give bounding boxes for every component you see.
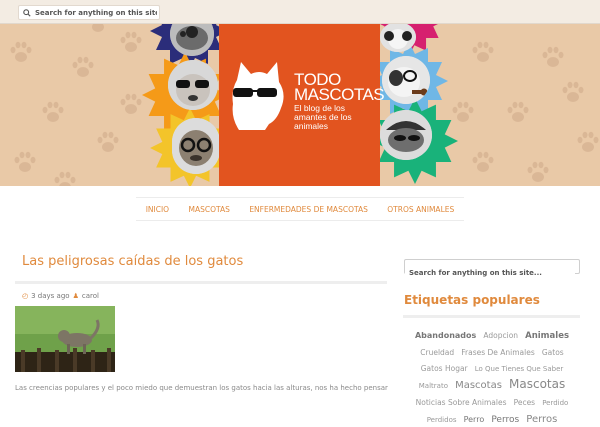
- paw-print-icon: [54, 171, 76, 186]
- title-divider: [15, 281, 387, 284]
- paw-print-icon: [97, 131, 119, 152]
- tag-cloud: Abandonados Adopcion Animales Crueldad F…: [403, 326, 583, 427]
- tag-link[interactable]: Adopcion: [483, 331, 518, 340]
- nav-item-enfermedades[interactable]: ENFERMEDADES DE MASCOTAS: [249, 205, 368, 214]
- header-banner: TODO MASCOTAS El blog de los amantes de …: [0, 0, 600, 186]
- post-thumbnail[interactable]: [15, 306, 115, 372]
- tag-link[interactable]: Maltrato: [419, 382, 448, 390]
- pet-photo-dog-sunglasses: [168, 60, 218, 110]
- logo-title-line2: MASCOTAS: [294, 85, 385, 104]
- tag-link[interactable]: Mascotas: [455, 380, 502, 391]
- tag-link[interactable]: Frases De Animales: [461, 348, 535, 357]
- logo-title: TODO MASCOTAS: [294, 71, 385, 104]
- top-search-box: [18, 5, 160, 20]
- tag-link[interactable]: Noticias Sobre Animales: [416, 398, 507, 407]
- paw-print-icon: [120, 93, 142, 114]
- tag-link[interactable]: Gatos: [542, 348, 564, 357]
- tag-link[interactable]: Perdidos: [427, 416, 457, 424]
- tag-link[interactable]: Mascotas: [509, 377, 565, 391]
- pet-photo-cat-glasses: [172, 118, 220, 174]
- tag-link[interactable]: Peces: [514, 398, 536, 407]
- paw-print-icon: [10, 41, 32, 62]
- post-date: 3 days ago: [31, 292, 70, 300]
- post-author[interactable]: carol: [82, 292, 99, 300]
- sidebar-search-box: [404, 259, 580, 280]
- paw-print-icon: [577, 131, 599, 152]
- top-search-input[interactable]: [31, 6, 157, 19]
- cat-logo-icon: [232, 62, 284, 130]
- post-excerpt: Las creencias populares y el poco miedo …: [15, 384, 388, 392]
- tags-divider: [403, 315, 580, 318]
- paw-print-icon: [72, 56, 94, 77]
- tag-link[interactable]: Gatos Hogar: [421, 364, 468, 373]
- pet-photo-dog-pipe: [382, 56, 430, 104]
- tag-link[interactable]: Crueldad: [420, 348, 454, 357]
- paw-print-icon: [120, 31, 142, 52]
- nav-item-otros-animales[interactable]: OTROS ANIMALES: [387, 205, 454, 214]
- top-search-bar: [0, 0, 600, 24]
- tag-link[interactable]: Perdido: [542, 399, 568, 407]
- post-meta: ◴ 3 days ago ♟ carol: [22, 292, 99, 300]
- sidebar-search-input[interactable]: [405, 266, 575, 280]
- clock-icon: ◴: [22, 292, 29, 300]
- tags-widget-title: Etiquetas populares: [404, 293, 540, 307]
- search-icon[interactable]: [23, 8, 31, 17]
- site-logo[interactable]: TODO MASCOTAS El blog de los amantes de …: [219, 0, 385, 186]
- nav-item-inicio[interactable]: INICIO: [146, 205, 169, 214]
- paw-print-icon: [542, 46, 564, 67]
- tag-link[interactable]: Abandonados: [415, 331, 476, 340]
- paw-print-icon: [562, 81, 584, 102]
- tag-link[interactable]: Perros: [526, 414, 557, 425]
- pet-photo-dog-headphones: [380, 22, 416, 52]
- nav-item-mascotas[interactable]: MASCOTAS: [189, 205, 230, 214]
- tag-link[interactable]: Lo Que Tienes Que Saber: [475, 365, 564, 373]
- paw-print-icon: [527, 161, 549, 182]
- logo-tagline: El blog de los amantes de los animales: [294, 103, 352, 131]
- tag-link[interactable]: Animales: [525, 331, 569, 341]
- paw-print-icon: [507, 101, 529, 122]
- paw-print-icon: [472, 151, 494, 172]
- paw-print-icon: [472, 41, 494, 62]
- pet-photo-lizard-hat: [380, 110, 432, 160]
- user-icon: ♟: [72, 292, 79, 300]
- paw-print-icon: [14, 151, 36, 172]
- main-navigation: INICIO MASCOTAS ENFERMEDADES DE MASCOTAS…: [136, 197, 464, 221]
- paw-print-icon: [42, 101, 64, 122]
- tag-link[interactable]: Perro: [464, 415, 485, 424]
- tag-link[interactable]: Perros: [491, 415, 519, 425]
- post-title[interactable]: Las peligrosas caídas de los gatos: [22, 254, 243, 269]
